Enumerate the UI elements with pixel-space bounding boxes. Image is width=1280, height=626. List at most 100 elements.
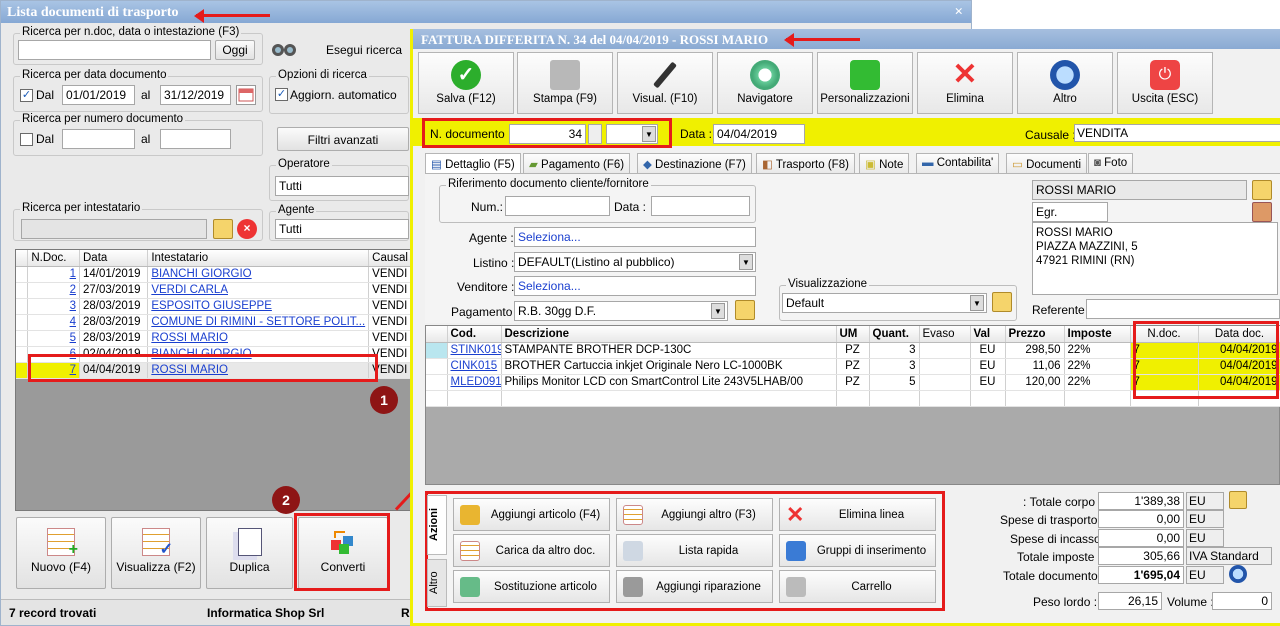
folder-icon[interactable] xyxy=(1229,491,1247,509)
uscita-button[interactable]: ⏻ Uscita (ESC) xyxy=(1117,52,1213,114)
intestatario-input[interactable] xyxy=(21,219,207,239)
volume-input[interactable]: 0 xyxy=(1212,592,1272,610)
egr-input[interactable]: Egr. xyxy=(1032,202,1108,222)
calendar-icon[interactable] xyxy=(236,85,256,105)
filtri-avanzati-button[interactable]: Filtri avanzati xyxy=(277,127,409,151)
num-input[interactable] xyxy=(505,196,610,216)
carica-altro-doc-button[interactable]: Carica da altro doc. xyxy=(453,534,610,567)
salva-button[interactable]: ✓ Salva (F12) xyxy=(418,52,514,114)
spese-trasporto-value[interactable]: 0,00 xyxy=(1098,510,1184,528)
chevron-down-icon[interactable]: ▼ xyxy=(739,254,753,270)
peso-input[interactable]: 26,15 xyxy=(1098,592,1162,610)
tab-dettaglio[interactable]: ▤ Dettaglio (F5) xyxy=(425,153,521,173)
tab-note[interactable]: ▣ Note xyxy=(859,153,910,173)
personalizzazioni-button[interactable]: Personalizzazioni xyxy=(817,52,913,114)
cod-cell[interactable]: CINK015 xyxy=(447,358,502,375)
stampa-button[interactable]: Stampa (F9) xyxy=(517,52,613,114)
table-row[interactable]: 1 14/01/2019 BIANCHI GIORGIO VENDI xyxy=(16,266,412,283)
agente-input[interactable]: Seleziona... xyxy=(514,227,756,247)
venditore-input[interactable]: Seleziona... xyxy=(514,276,756,296)
column-header[interactable]: Causal xyxy=(368,250,412,267)
tab-contabilita[interactable]: ▬ Contabilita' xyxy=(916,153,1000,173)
doc-intestatario[interactable]: COMUNE DI RIMINI - SETTORE POLIT... xyxy=(147,314,370,331)
aggiungi-altro-button[interactable]: Aggiungi altro (F3) xyxy=(616,498,773,531)
column-header[interactable]: Intestatario xyxy=(147,250,370,267)
chevron-down-icon[interactable]: ▼ xyxy=(711,303,725,319)
dal2-checkbox[interactable] xyxy=(20,133,33,146)
clear-icon[interactable]: × xyxy=(237,219,257,239)
address-box[interactable]: ROSSI MARIO PIAZZA MAZZINI, 5 47921 RIMI… xyxy=(1032,222,1278,295)
tab-destinazione[interactable]: ◆ Destinazione (F7) xyxy=(637,153,752,173)
tab-documenti[interactable]: ▭ Documenti xyxy=(1006,153,1088,173)
cod-cell[interactable]: STINK019 xyxy=(447,342,502,359)
spese-incasso-value[interactable]: 0,00 xyxy=(1098,529,1184,547)
data-input[interactable]: 04/04/2019 xyxy=(713,124,805,144)
carrello-button[interactable]: Carrello xyxy=(779,570,936,603)
doc-intestatario[interactable]: ROSSI MARIO xyxy=(147,330,370,347)
aggiungi-riparazione-button[interactable]: Aggiungi riparazione xyxy=(616,570,773,603)
aggiungi-articolo-button[interactable]: Aggiungi articolo (F4) xyxy=(453,498,610,531)
nuovo-button[interactable]: + Nuovo (F4) xyxy=(16,517,106,589)
esegui-ricerca-button[interactable]: Esegui ricerca xyxy=(326,43,402,57)
table-row[interactable]: 5 28/03/2019 ROSSI MARIO VENDI xyxy=(16,330,412,347)
folder-icon[interactable] xyxy=(735,300,755,320)
doc-intestatario[interactable]: BIANCHI GIORGIO xyxy=(147,266,370,283)
visual-button[interactable]: Visual. (F10) xyxy=(617,52,713,114)
column-header[interactable]: N.Doc. xyxy=(27,250,80,267)
cod-cell[interactable]: MLED091 xyxy=(447,374,502,391)
table-row[interactable]: 2 27/03/2019 VERDI CARLA VENDI xyxy=(16,282,412,299)
folder-icon[interactable] xyxy=(1252,180,1272,200)
column-header[interactable]: Quant. xyxy=(869,326,920,343)
doc-number[interactable]: 5 xyxy=(27,330,80,347)
folder-icon[interactable] xyxy=(213,219,233,239)
column-header[interactable]: Evaso xyxy=(919,326,971,343)
doc-number[interactable]: 4 xyxy=(27,314,80,331)
dal-checkbox[interactable]: ✓ xyxy=(20,89,33,102)
chevron-down-icon[interactable]: ▼ xyxy=(970,295,984,311)
column-header[interactable]: Descrizione xyxy=(501,326,837,343)
gruppi-inserimento-button[interactable]: Gruppi di inserimento xyxy=(779,534,936,567)
doc-intestatario[interactable]: ESPOSITO GIUSEPPE xyxy=(147,298,370,315)
table-row[interactable]: 3 28/03/2019 ESPOSITO GIUSEPPE VENDI xyxy=(16,298,412,315)
elimina-linea-button[interactable]: ✕ Elimina linea xyxy=(779,498,936,531)
column-header[interactable]: Prezzo xyxy=(1005,326,1065,343)
visualizza-button[interactable]: ✓ Visualizza (F2) xyxy=(111,517,201,589)
date-to-input[interactable]: 31/12/2019 xyxy=(160,85,231,105)
navigatore-button[interactable]: Navigatore xyxy=(717,52,813,114)
operatore-select[interactable]: Tutti xyxy=(275,176,409,196)
tab-altro[interactable]: Altro xyxy=(427,559,447,607)
tab-azioni[interactable]: Azioni xyxy=(427,495,447,555)
table-row[interactable]: 4 28/03/2019 COMUNE DI RIMINI - SETTORE PO… xyxy=(16,314,412,331)
doc-number[interactable]: 2 xyxy=(27,282,80,299)
contact-icon[interactable] xyxy=(1252,202,1272,222)
doc-number[interactable]: 1 xyxy=(27,266,80,283)
tab-trasporto[interactable]: ◧ Trasporto (F8) xyxy=(756,153,855,173)
tab-pagamento[interactable]: ▰ Pagamento (F6) xyxy=(523,153,631,173)
lista-rapida-button[interactable]: Lista rapida xyxy=(616,534,773,567)
column-header[interactable]: UM xyxy=(836,326,870,343)
search-ndoc-input[interactable] xyxy=(18,40,211,60)
oggi-button[interactable]: Oggi xyxy=(215,40,255,60)
close-icon[interactable]: × xyxy=(954,4,963,21)
sostituzione-articolo-button[interactable]: Sostituzione articolo xyxy=(453,570,610,603)
altro-button[interactable]: Altro xyxy=(1017,52,1113,114)
column-header[interactable]: Imposte xyxy=(1064,326,1131,343)
agente-select[interactable]: Tutti xyxy=(275,219,409,239)
column-header[interactable]: Cod. xyxy=(447,326,502,343)
column-header[interactable]: Data xyxy=(79,250,149,267)
doc-intestatario[interactable]: VERDI CARLA xyxy=(147,282,370,299)
elimina-button[interactable]: ✕ Elimina xyxy=(917,52,1013,114)
listino-select[interactable]: DEFAULT(Listino al pubblico) xyxy=(514,252,756,272)
data2-input[interactable] xyxy=(651,196,750,216)
doc-number[interactable]: 3 xyxy=(27,298,80,315)
folder-icon[interactable] xyxy=(992,292,1012,312)
aggiorn-checkbox[interactable]: ✓ xyxy=(275,88,288,101)
tab-foto[interactable]: ◙ Foto xyxy=(1088,153,1134,173)
referente-input[interactable] xyxy=(1086,299,1280,319)
magnifier-icon[interactable] xyxy=(1229,565,1247,583)
pagamento-select[interactable]: R.B. 30gg D.F. xyxy=(514,301,728,321)
visualizzazione-select[interactable]: Default xyxy=(782,293,987,313)
number-to-input[interactable] xyxy=(160,129,231,149)
date-from-input[interactable]: 01/01/2019 xyxy=(62,85,135,105)
duplica-button[interactable]: Duplica xyxy=(206,517,293,589)
